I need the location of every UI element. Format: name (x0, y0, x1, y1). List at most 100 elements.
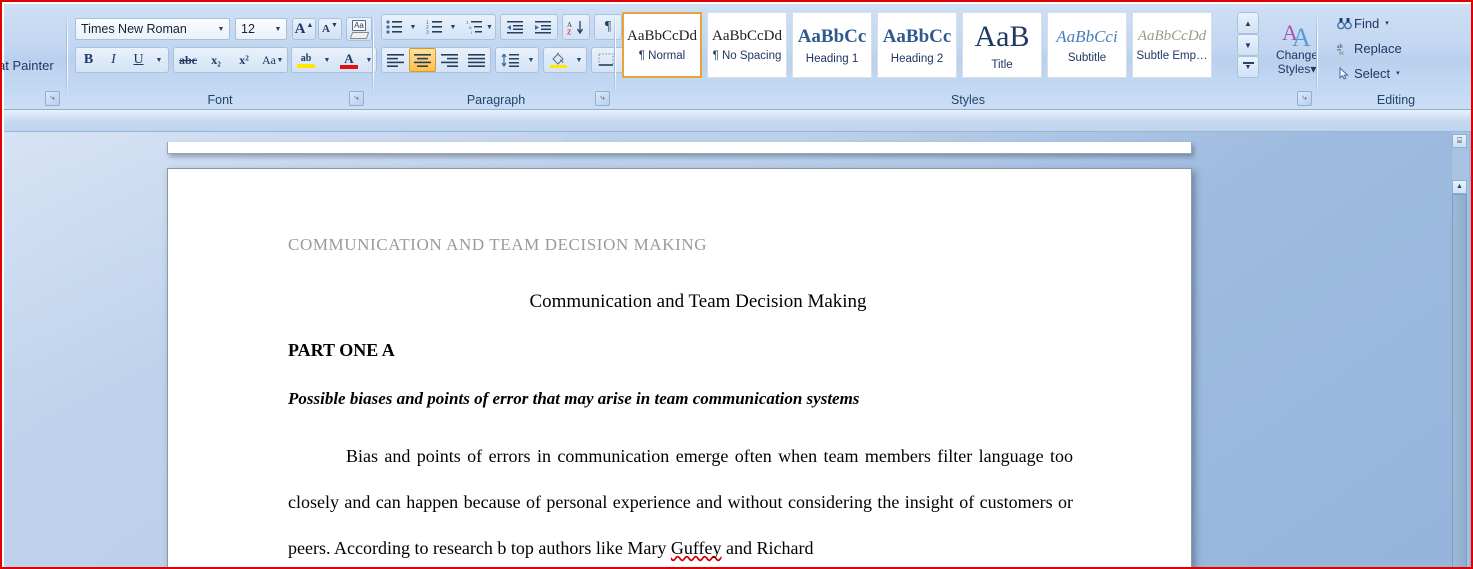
grow-arrow-icon: ▲ (306, 22, 314, 29)
find-button[interactable]: Find ▾ (1334, 12, 1389, 34)
document-title: Communication and Team Decision Making (529, 291, 867, 312)
highlight-color-swatch (297, 63, 315, 68)
font-dialog-launcher[interactable]: ⤷ (349, 91, 364, 106)
clipboard-dialog-launcher[interactable]: ⤷ (45, 91, 60, 106)
style-tile-preview: AaBbCcDd (627, 28, 697, 44)
style-tile-heading-1[interactable]: AaBbCс Heading 1 (792, 12, 872, 78)
style-tile-name: ¶ Normal (638, 50, 686, 62)
bullets-button[interactable] (382, 15, 406, 39)
style-tile-normal[interactable]: AaBbCcDd ¶ Normal (622, 12, 702, 78)
font-color-button[interactable]: A (336, 48, 362, 72)
font-group-label: Font (207, 93, 233, 107)
svg-text:Z: Z (567, 28, 571, 35)
find-dropdown-icon[interactable]: ▾ (1385, 19, 1389, 27)
style-tile-preview: AaBbCcі (1056, 26, 1118, 46)
numbering-dropdown-icon[interactable]: ▼ (446, 15, 460, 39)
group-separator (1316, 10, 1318, 96)
underline-button[interactable]: U (126, 48, 151, 72)
styles-dialog-launcher[interactable]: ⤷ (1297, 91, 1312, 106)
replace-button[interactable]: ab ac Replace (1334, 37, 1402, 59)
ribbon-group-clipboard: at Painter ⤷ (2, 4, 66, 110)
clear-formatting-button[interactable]: Aa (346, 17, 372, 41)
decrease-indent-button[interactable] (501, 15, 529, 39)
styles-more-button[interactable]: ▼ (1237, 56, 1259, 78)
styles-scroll-up-button[interactable]: ▲ (1237, 12, 1259, 34)
document-sub-heading: Possible biases and points of error that… (288, 389, 860, 408)
highlight-label: ab (300, 52, 312, 64)
borders-icon (598, 53, 614, 66)
align-right-button[interactable] (436, 48, 463, 72)
document-body: COMMUNICATION AND TEAM DECISION MAKING C… (288, 169, 1108, 567)
text-highlight-button[interactable]: ab (292, 48, 320, 72)
shading-button[interactable] (544, 48, 572, 72)
font-name-dropdown-icon[interactable]: ▼ (213, 26, 229, 33)
shrink-font-button[interactable]: A ▼ (318, 18, 342, 40)
document-part-heading: PART ONE A (288, 340, 395, 360)
more-caret-icon: ▼ (1244, 63, 1252, 71)
justify-button[interactable] (463, 48, 490, 72)
alignment-cluster (381, 47, 491, 73)
shading-dropdown-icon[interactable]: ▼ (572, 48, 586, 72)
align-center-button[interactable] (409, 48, 436, 72)
underline-dropdown-icon[interactable]: ▼ (151, 48, 167, 72)
numbering-icon: 123 (426, 20, 442, 34)
align-left-icon (387, 53, 404, 67)
styles-scroll-down-button[interactable]: ▼ (1237, 34, 1259, 56)
font-color-label: A (344, 50, 354, 66)
line-spacing-cluster: ▼ (495, 47, 539, 73)
previous-page-edge (167, 142, 1192, 154)
style-tile-no-spacing[interactable]: AaBbCcDd ¶ No Spacing (707, 12, 787, 78)
style-tile-preview: AaBbCcDd (1137, 28, 1207, 44)
highlight-dropdown-icon[interactable]: ▼ (320, 48, 334, 72)
grow-font-button[interactable]: A ▲ (292, 18, 316, 40)
shading-cluster: ▼ (543, 47, 587, 73)
align-left-button[interactable] (382, 48, 409, 72)
bullets-dropdown-icon[interactable]: ▼ (406, 15, 420, 39)
word-window: at Painter ⤷ Times New Roman ▼ 12 ▼ A ▲ … (0, 0, 1473, 569)
horizontal-ruler[interactable] (4, 110, 1471, 132)
increase-indent-button[interactable] (529, 15, 557, 39)
shading-icon (552, 52, 564, 65)
ribbon: at Painter ⤷ Times New Roman ▼ 12 ▼ A ▲ … (2, 4, 1471, 110)
line-spacing-button[interactable] (496, 48, 524, 72)
paragraph-dialog-launcher[interactable]: ⤷ (595, 91, 610, 106)
strikethrough-button[interactable]: abc (174, 48, 202, 72)
font-name-combo[interactable]: Times New Roman ▼ (75, 18, 230, 40)
font-color-cluster: ab ▼ A ▼ (291, 47, 377, 73)
group-separator (372, 10, 374, 96)
document-page[interactable]: COMMUNICATION AND TEAM DECISION MAKING C… (167, 168, 1192, 567)
vertical-scrollbar[interactable]: ⌸ ▲ (1452, 132, 1469, 567)
change-case-dropdown-icon[interactable]: ▼ (273, 48, 287, 72)
sort-button[interactable]: AZ (563, 15, 589, 39)
scrollbar-thumb[interactable] (1452, 194, 1467, 567)
style-tile-subtle-emp[interactable]: AaBbCcDd Subtle Emp… (1132, 12, 1212, 78)
scroll-up-button[interactable]: ▲ (1452, 180, 1467, 194)
select-dropdown-icon[interactable]: ▾ (1396, 69, 1400, 77)
replace-icon: ab ac (1334, 42, 1354, 55)
indent-cluster (500, 14, 558, 40)
multilevel-dropdown-icon[interactable]: ▼ (483, 15, 496, 39)
subscript-button[interactable]: x₂ (202, 48, 230, 72)
style-tile-preview: AaBbCс (797, 25, 867, 47)
style-tile-title[interactable]: AaB Title (962, 12, 1042, 78)
bold-button[interactable]: B (76, 48, 101, 72)
font-size-dropdown-icon[interactable]: ▼ (270, 26, 286, 33)
italic-button[interactable]: I (101, 48, 126, 72)
numbering-button[interactable]: 123 (422, 15, 446, 39)
superscript-button[interactable]: x² (230, 48, 258, 72)
split-window-handle[interactable]: ⌸ (1452, 134, 1467, 148)
svg-text:ab: ab (1337, 44, 1343, 50)
paragraph-text-part-2: and Richard (721, 538, 814, 558)
list-cluster: ▼ 123 ▼ 1ai ▼ (381, 14, 496, 40)
justify-icon (468, 53, 485, 67)
font-color-swatch (340, 64, 358, 69)
style-tile-heading-2[interactable]: AaBbCc Heading 2 (877, 12, 957, 78)
align-right-icon (441, 53, 458, 67)
style-tile-subtitle[interactable]: AaBbCcі Subtitle (1047, 12, 1127, 78)
change-styles-button[interactable]: A A Change Styles▾ (1266, 10, 1328, 86)
line-spacing-dropdown-icon[interactable]: ▼ (524, 48, 538, 72)
format-painter-button[interactable]: at Painter (2, 58, 54, 73)
font-size-value: 12 (241, 22, 255, 36)
font-size-combo[interactable]: 12 ▼ (235, 18, 287, 40)
select-button[interactable]: Select ▾ (1334, 62, 1400, 84)
